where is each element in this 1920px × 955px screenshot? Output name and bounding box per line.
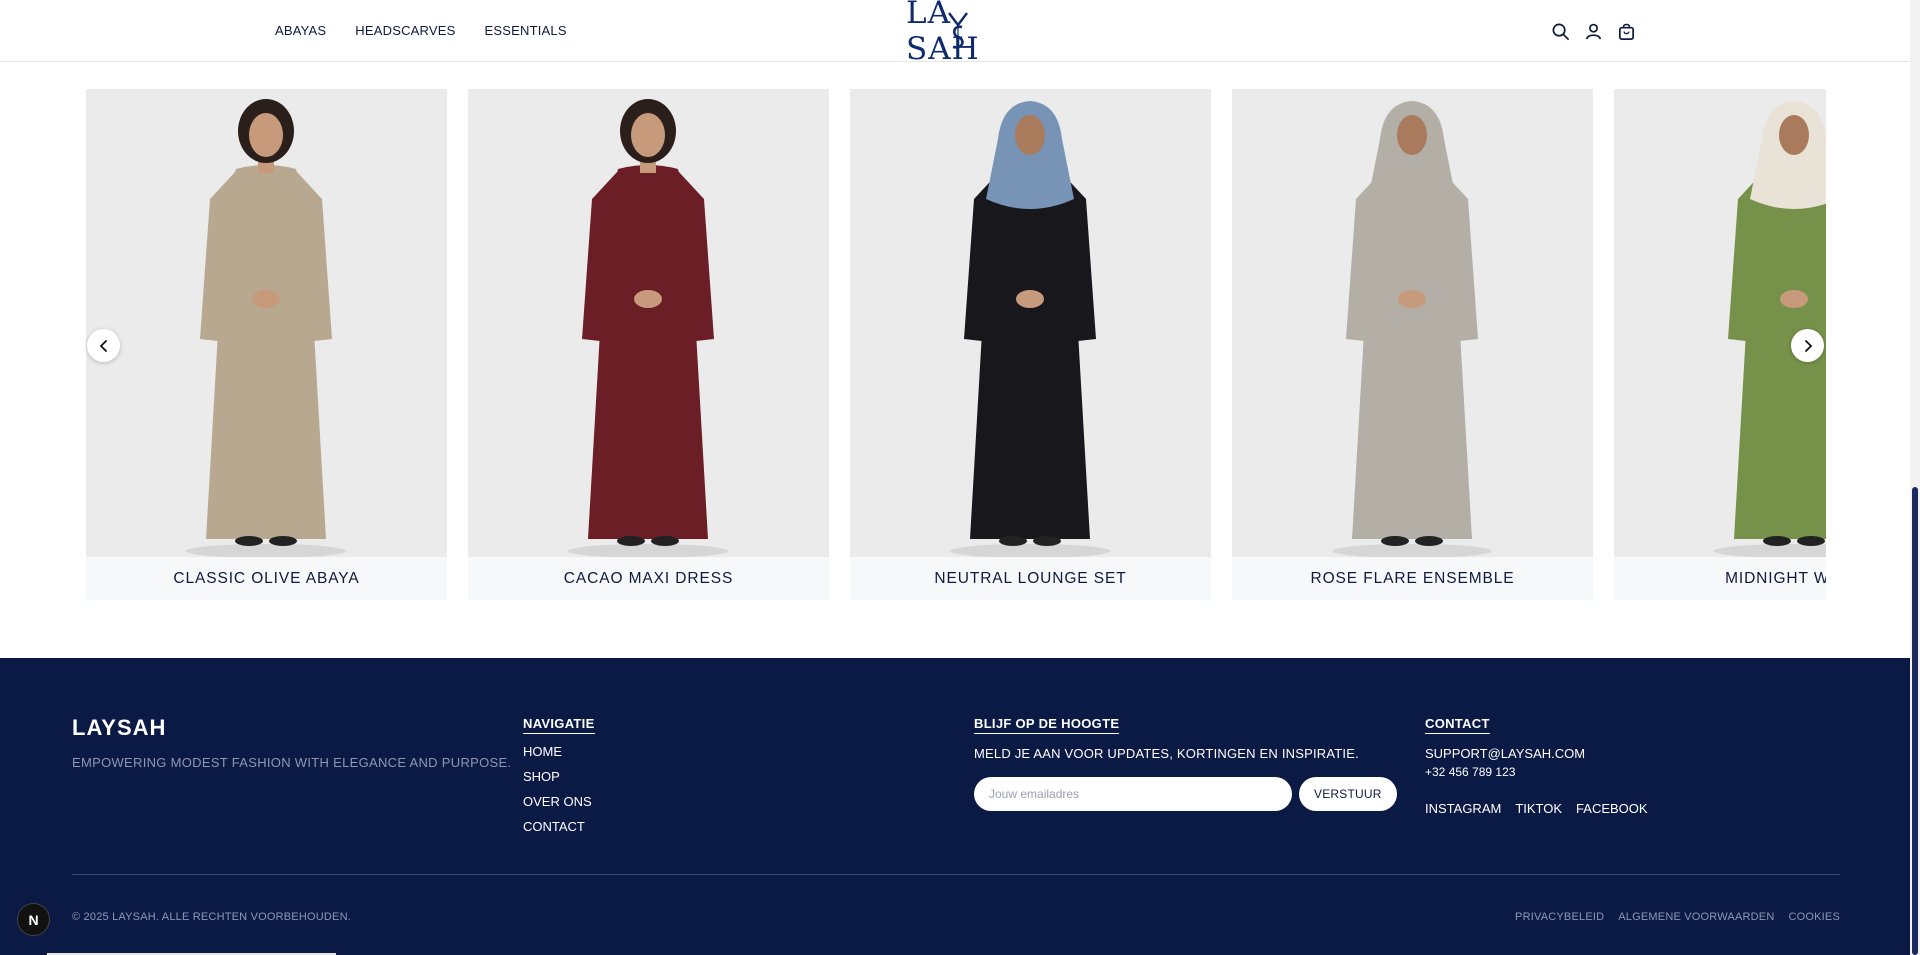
social-tiktok[interactable]: TIKTOK	[1515, 801, 1562, 816]
product-image	[86, 89, 447, 557]
carousel-next-button[interactable]	[1791, 329, 1824, 362]
footer-tagline: EMPOWERING MODEST FASHION WITH ELEGANCE …	[72, 755, 512, 770]
submit-button[interactable]: VERSTUUR	[1299, 777, 1397, 811]
newsletter-form: VERSTUUR	[974, 777, 1397, 811]
model-figure	[186, 99, 346, 557]
main-nav: ABAYAS HEADSCARVES ESSENTIALS	[275, 23, 567, 38]
cart-icon[interactable]	[1617, 22, 1636, 41]
legal-privacy[interactable]: PRIVACYBELEID	[1515, 911, 1604, 923]
chevron-right-icon	[1804, 339, 1812, 352]
footer-divider	[72, 874, 1840, 875]
legal-links: PRIVACYBELEID ALGEMENE VOORWAARDEN COOKI…	[1515, 911, 1840, 923]
model-figure	[1714, 101, 1826, 557]
footer-link-shop[interactable]: SHOP	[523, 769, 595, 784]
footer-contact: CONTACT SUPPORT@LAYSAH.COM +32 456 789 1…	[1425, 715, 1648, 816]
product-title: NEUTRAL LOUNGE SET	[850, 557, 1211, 600]
chevron-left-icon	[99, 339, 107, 352]
product-image	[850, 89, 1211, 557]
search-icon[interactable]	[1551, 22, 1570, 41]
product-image	[1614, 89, 1826, 557]
product-title: MIDNIGHT WRAP	[1614, 557, 1826, 600]
newsletter-text: MELD JE AAN VOOR UPDATES, KORTINGEN EN I…	[974, 746, 1359, 761]
product-card[interactable]: ROSE FLARE ENSEMBLE	[1232, 89, 1593, 600]
legal-terms[interactable]: ALGEMENE VOORWAARDEN	[1618, 911, 1774, 923]
footer-newsletter: BLIJF OP DE HOOGTE MELD JE AAN VOOR UPDA…	[974, 715, 1397, 811]
product-title: CLASSIC OLIVE ABAYA	[86, 557, 447, 600]
model-figure	[1332, 101, 1492, 557]
product-card[interactable]: CLASSIC OLIVE ABAYA	[86, 89, 447, 600]
footer-link-over-ons[interactable]: OVER ONS	[523, 794, 595, 809]
header-actions	[1551, 22, 1636, 41]
site-header: ABAYAS HEADSCARVES ESSENTIALS LA SAH	[0, 0, 1910, 67]
site-footer: LAYSAH EMPOWERING MODEST FASHION WITH EL…	[0, 658, 1910, 955]
account-icon[interactable]	[1584, 22, 1603, 41]
dev-tools-badge[interactable]: N	[17, 903, 50, 936]
product-carousel: CLASSIC OLIVE ABAYA CACAO MAXI DRESS NEU…	[86, 89, 1826, 600]
product-title: ROSE FLARE ENSEMBLE	[1232, 557, 1593, 600]
contact-email[interactable]: SUPPORT@LAYSAH.COM	[1425, 746, 1648, 761]
nav-abayas[interactable]: ABAYAS	[275, 23, 326, 38]
site-logo[interactable]: LA SAH	[906, 0, 1006, 67]
copyright-text: © 2025 LAYSAH. ALLE RECHTEN VOORBEHOUDEN…	[72, 911, 351, 923]
footer-brand-name: LAYSAH	[72, 715, 167, 740]
nav-essentials[interactable]: ESSENTIALS	[485, 23, 567, 38]
carousel-track: CLASSIC OLIVE ABAYA CACAO MAXI DRESS NEU…	[86, 89, 1826, 600]
product-card[interactable]: CACAO MAXI DRESS	[468, 89, 829, 600]
footer-brand: LAYSAH EMPOWERING MODEST FASHION WITH EL…	[72, 715, 511, 770]
footer-link-home[interactable]: HOME	[523, 744, 595, 759]
product-image	[1232, 89, 1593, 557]
contact-phone[interactable]: +32 456 789 123	[1425, 765, 1648, 779]
newsletter-heading: BLIJF OP DE HOOGTE	[974, 716, 1120, 734]
footer-nav-heading: NAVIGATIE	[523, 716, 595, 734]
social-facebook[interactable]: FACEBOOK	[1576, 801, 1648, 816]
footer-navigation: NAVIGATIE HOME SHOP OVER ONS CONTACT	[523, 715, 595, 844]
model-figure	[568, 99, 728, 557]
product-title: CACAO MAXI DRESS	[468, 557, 829, 600]
product-image	[468, 89, 829, 557]
logo-text: LA SAH	[906, 0, 980, 67]
model-figure	[950, 101, 1110, 557]
legal-cookies[interactable]: COOKIES	[1788, 911, 1840, 923]
email-field[interactable]	[974, 777, 1292, 811]
nav-headscarves[interactable]: HEADSCARVES	[355, 23, 455, 38]
social-links: INSTAGRAM TIKTOK FACEBOOK	[1425, 801, 1648, 816]
contact-heading: CONTACT	[1425, 716, 1490, 734]
carousel-prev-button[interactable]	[87, 329, 120, 362]
product-card[interactable]: NEUTRAL LOUNGE SET	[850, 89, 1211, 600]
page-scrollbar-thumb[interactable]	[1912, 487, 1918, 955]
footer-link-contact[interactable]: CONTACT	[523, 819, 595, 834]
social-instagram[interactable]: INSTAGRAM	[1425, 801, 1501, 816]
